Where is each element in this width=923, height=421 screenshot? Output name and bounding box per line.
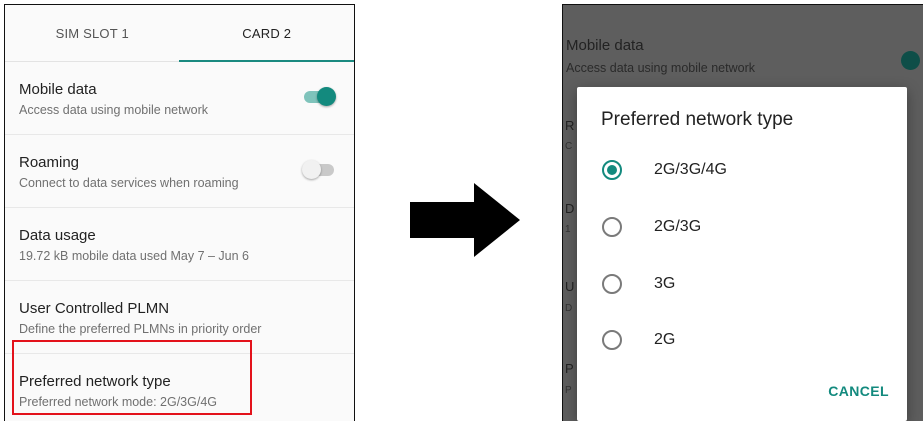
setting-data-usage[interactable]: Data usage 19.72 kB mobile data used May… [5,208,354,281]
tab-card-2[interactable]: CARD 2 [180,5,355,61]
option-2g-3g[interactable]: 2G/3G [602,212,882,242]
dialog-title: Preferred network type [601,109,794,130]
arrow-right-icon [410,183,520,257]
setting-user-controlled-plmn[interactable]: User Controlled PLMN Define the preferre… [5,281,354,354]
dialog-screen: Mobile data Access data using mobile net… [562,4,923,421]
background-letter: P [565,361,574,376]
setting-subtitle: 19.72 kB mobile data used May 7 – Jun 6 [19,249,250,263]
cancel-button[interactable]: CANCEL [828,383,889,399]
setting-title: User Controlled PLMN [19,300,170,317]
background-letter: C [565,141,573,152]
background-letter: U [565,279,575,294]
option-label: 2G/3G/4G [654,161,727,178]
setting-roaming[interactable]: Roaming Connect to data services when ro… [5,135,354,208]
background-letter: D [565,303,573,314]
setting-subtitle: Preferred network mode: 2G/3G/4G [19,395,218,409]
toggle-thumb [317,87,336,106]
background-toggle [893,51,923,71]
sim-tabs: SIM SLOT 1 CARD 2 [5,5,354,62]
setting-subtitle: Connect to data services when roaming [19,176,239,190]
setting-preferred-network-type[interactable]: Preferred network type Preferred network… [5,354,354,421]
background-setting-subtitle: Access data using mobile network [566,61,755,75]
setting-mobile-data[interactable]: Mobile data Access data using mobile net… [5,62,354,135]
option-2g[interactable]: 2G [602,325,882,355]
radio-button-icon[interactable] [602,217,622,237]
background-letter: P [565,385,572,396]
setting-subtitle: Define the preferred PLMNs in priority o… [19,322,262,336]
settings-screen: SIM SLOT 1 CARD 2 Mobile data Access dat… [4,4,355,421]
option-3g[interactable]: 3G [602,269,882,299]
option-label: 2G/3G [654,218,702,235]
option-2g-3g-4g[interactable]: 2G/3G/4G [602,155,882,185]
toggle-thumb [901,51,920,70]
background-setting-title: Mobile data [566,37,644,54]
radio-button-icon[interactable] [602,330,622,350]
setting-title: Roaming [19,154,80,171]
tab-sim-slot-1[interactable]: SIM SLOT 1 [5,5,180,61]
toggle-thumb [302,160,321,179]
setting-title: Preferred network type [19,373,171,390]
background-letter: D [565,201,575,216]
setting-title: Mobile data [19,81,97,98]
radio-button-icon[interactable] [602,160,622,180]
roaming-toggle[interactable] [302,160,334,179]
network-type-dialog: Preferred network type 2G/3G/4G 2G/3G 3G… [577,87,907,421]
setting-subtitle: Access data using mobile network [19,103,208,117]
radio-button-icon[interactable] [602,274,622,294]
option-label: 2G [654,331,676,348]
mobile-data-toggle[interactable] [304,87,336,106]
background-letter: R [565,118,575,133]
option-label: 3G [654,275,676,292]
setting-title: Data usage [19,227,96,244]
settings-list: Mobile data Access data using mobile net… [5,62,354,421]
background-letter: 1 [565,224,571,235]
